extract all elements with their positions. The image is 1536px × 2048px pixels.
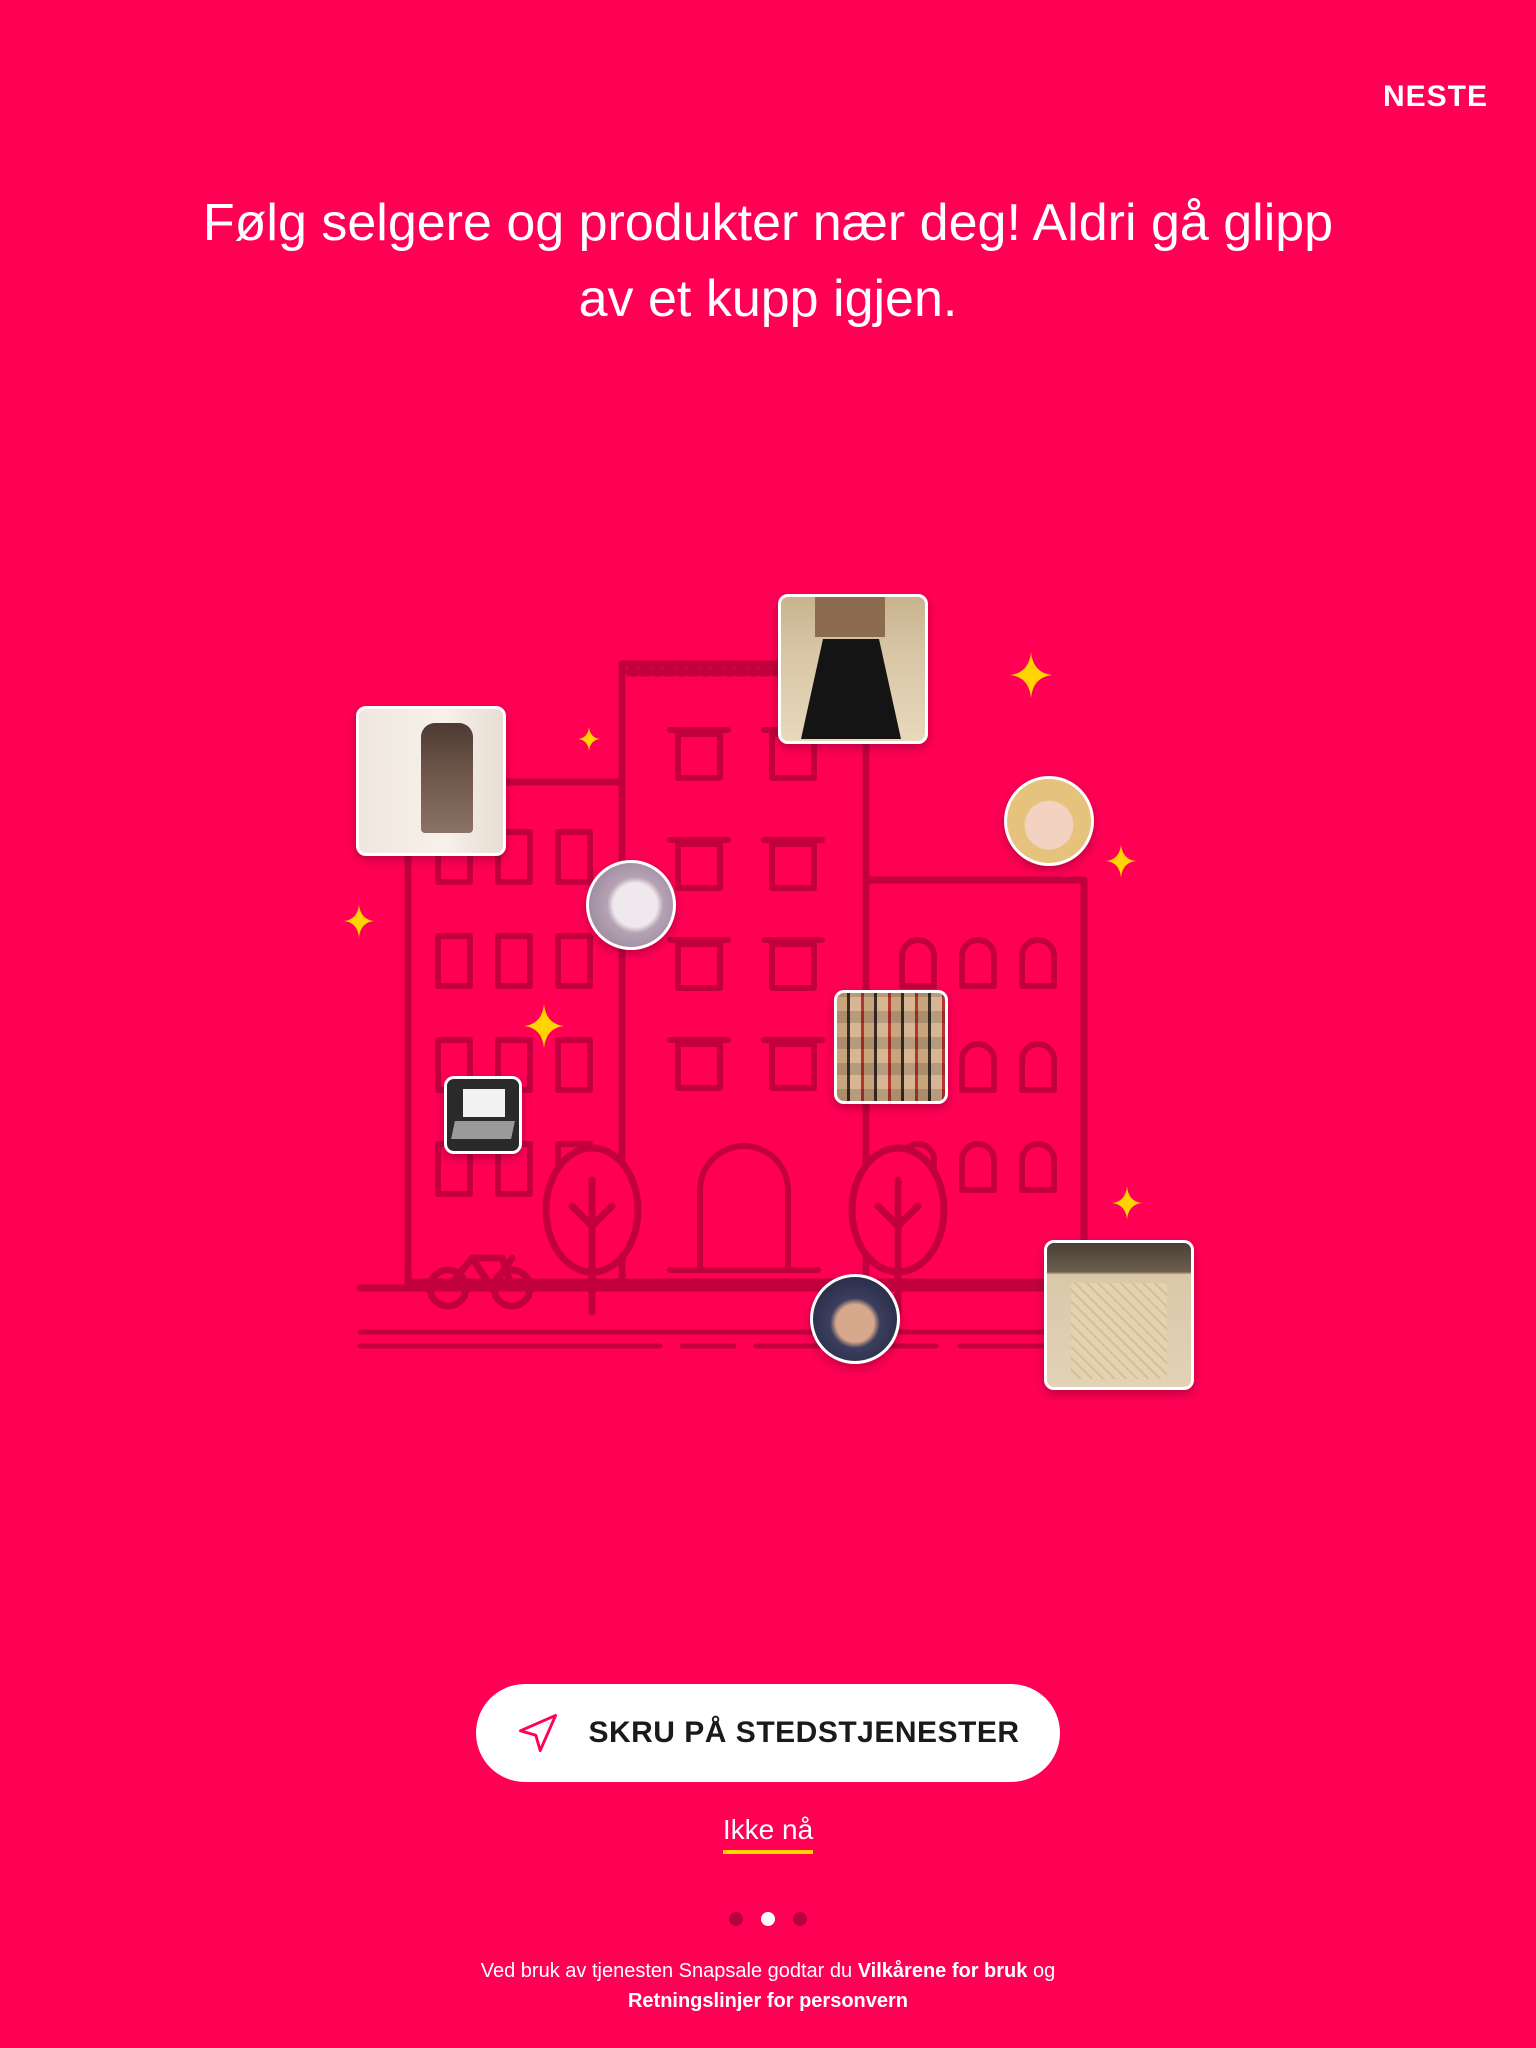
privacy-policy-link[interactable]: Retningslinjer for personvern xyxy=(628,1990,908,2012)
page-dot[interactable] xyxy=(729,1912,743,1926)
not-now-link[interactable]: Ikke nå xyxy=(0,1814,1536,1854)
terms-notice: Ved bruk av tjenesten Snapsale godtar du… xyxy=(468,1956,1068,2016)
sparkle-icon xyxy=(578,726,600,752)
sparkle-icon xyxy=(344,904,374,938)
enable-location-label: SKRU PÅ STEDSTJENESTER xyxy=(588,1716,1020,1749)
seller-avatar-sunglasses[interactable] xyxy=(810,1274,900,1364)
seller-avatar-smile[interactable] xyxy=(1004,776,1094,866)
scarf-photo[interactable] xyxy=(834,990,948,1104)
page-dot[interactable] xyxy=(793,1912,807,1926)
laptop-photo[interactable] xyxy=(444,1076,522,1154)
not-now-label: Ikke nå xyxy=(722,1814,814,1854)
handbag-photo[interactable] xyxy=(1044,1240,1194,1390)
page-indicator xyxy=(0,1912,1536,1926)
location-arrow-icon xyxy=(519,1713,558,1753)
enable-location-button[interactable]: SKRU PÅ STEDSTJENESTER xyxy=(476,1684,1060,1782)
sparkle-icon xyxy=(1010,652,1052,698)
sparkle-icon xyxy=(524,1004,564,1048)
terms-of-use-link[interactable]: Vilkårene for bruk xyxy=(858,1960,1028,1982)
backpack-photo[interactable] xyxy=(356,706,506,856)
sparkle-icon xyxy=(1106,844,1136,878)
sparkle-icon xyxy=(1112,1186,1142,1220)
terms-joiner: og xyxy=(1027,1960,1056,1982)
seller-avatar-blonde[interactable] xyxy=(586,860,676,950)
skirt-photo[interactable] xyxy=(778,594,928,744)
terms-prefix: Ved bruk av tjenesten Snapsale godtar du xyxy=(480,1960,858,1982)
page-dot-active[interactable] xyxy=(761,1912,775,1926)
